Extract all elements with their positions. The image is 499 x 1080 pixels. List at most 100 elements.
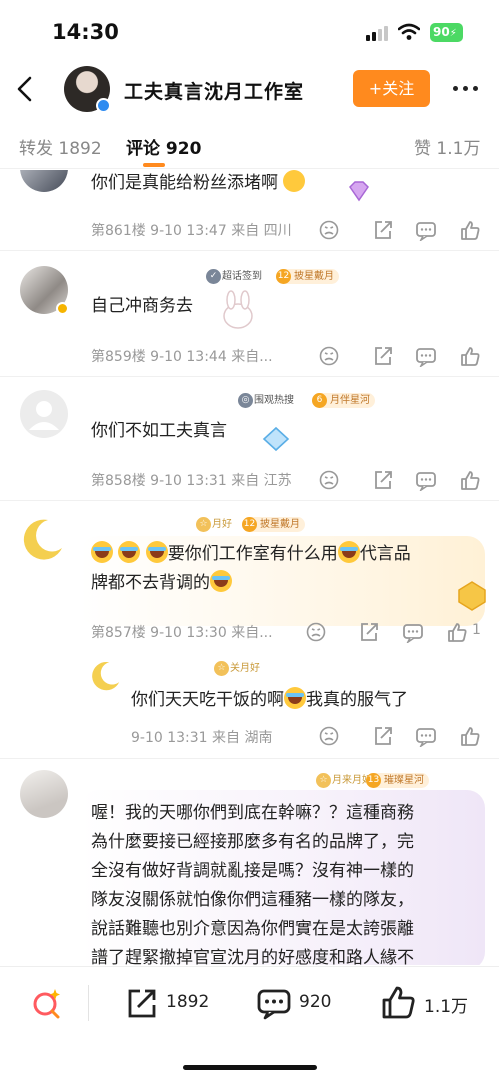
comment-meta: 第861楼 9-10 13:47 来自 四川 xyxy=(91,223,292,239)
crying-emoji-icon xyxy=(337,541,360,563)
tab-divider xyxy=(0,168,499,169)
like-icon[interactable] xyxy=(459,345,481,367)
crying-emoji-icon xyxy=(284,687,306,709)
tab-bar: 转发 1892 评论 920 赞 1.1万 xyxy=(0,122,499,168)
diamond-sticker-icon xyxy=(349,181,369,202)
like-icon[interactable] xyxy=(459,469,481,491)
share-icon[interactable] xyxy=(372,345,394,367)
crystal-sticker-icon xyxy=(262,426,290,452)
comment-text: 喔！我的天哪你們到底在幹嘛？？這種商務 為什麼要接已經接那麼多有名的品牌了，完 … xyxy=(91,799,466,965)
crying-emoji-icon xyxy=(91,541,113,563)
battery-icon: 90⚡ xyxy=(430,23,463,42)
share-icon[interactable] xyxy=(372,725,394,747)
crying-emoji-icon xyxy=(210,570,232,592)
reply-text: 你们天天吃干饭的啊 我真的服气了 xyxy=(131,686,408,715)
fan-level-badge: 6 月伴星河 xyxy=(312,393,375,408)
tab-comments[interactable]: 评论 920 xyxy=(126,134,201,159)
dislike-icon[interactable] xyxy=(318,725,340,747)
comment-count: 920 xyxy=(299,992,332,1012)
bottom-action-bar: 1892 920 1.1万 xyxy=(0,966,499,1080)
like-icon[interactable] xyxy=(459,725,481,747)
reply-icon[interactable] xyxy=(415,469,437,491)
dislike-icon[interactable] xyxy=(318,219,340,241)
supertopic-badge: ☆ 月好 xyxy=(196,517,237,532)
comment-icon[interactable] xyxy=(257,985,291,1021)
gold-badge-icon xyxy=(458,581,486,611)
commenter-avatar[interactable] xyxy=(20,770,68,818)
share-icon[interactable] xyxy=(372,469,394,491)
commenter-avatar[interactable] xyxy=(18,514,66,562)
like-count: 1.1万 xyxy=(424,997,469,1017)
reply-meta: 9-10 13:31 来自 湖南 xyxy=(131,730,273,746)
bunny-sticker-icon xyxy=(223,290,253,329)
page-title: 工夫真言沈月工作室 xyxy=(124,81,305,103)
comment-meta: 第859楼 9-10 13:44 来自... xyxy=(91,349,273,365)
status-bar: 14:30 90⚡ xyxy=(0,0,499,58)
back-arrow-icon[interactable] xyxy=(12,74,38,104)
search-sparkle-icon[interactable] xyxy=(30,985,64,1021)
comment-divider xyxy=(0,376,499,377)
moon-avatar-icon xyxy=(92,661,120,691)
default-avatar-icon xyxy=(29,401,59,430)
home-indicator xyxy=(183,1065,317,1070)
fan-level-badge: 13 璀璨星河 xyxy=(366,773,429,788)
like-count: 1 xyxy=(472,622,481,638)
reply-icon[interactable] xyxy=(415,219,437,241)
like-icon[interactable] xyxy=(459,219,481,241)
comment-list[interactable]: 你们是真能给粉丝添堵啊 第861楼 9-10 13:47 来自 四川 ✓ 超话签到… xyxy=(0,170,499,965)
comment-line: 說話難聽也別介意因為你們實在是太誇張離 xyxy=(91,919,414,939)
follow-button[interactable]: +关注 xyxy=(353,70,430,107)
tab-repost[interactable]: 转发 1892 xyxy=(19,134,102,159)
fan-level-badge: 12 披星戴月 xyxy=(276,269,339,284)
like-icon[interactable] xyxy=(446,621,468,643)
share-icon[interactable] xyxy=(358,621,380,643)
trending-badge: ◎ 围观热搜 xyxy=(238,393,299,408)
repost-icon[interactable] xyxy=(125,985,159,1021)
comment-divider xyxy=(0,250,499,251)
supertopic-icon: ☆ xyxy=(214,661,229,676)
share-icon[interactable] xyxy=(372,219,394,241)
comment-text: 你们不如工夫真言 xyxy=(91,421,227,441)
comment-line: 譜了趕緊撤掉官宣沈月的好感度和路人緣不 xyxy=(91,948,414,965)
reply-icon[interactable] xyxy=(415,725,437,747)
reply-avatar[interactable] xyxy=(88,658,122,692)
crying-emoji-icon xyxy=(118,541,141,563)
comment-meta: 第858楼 9-10 13:31 来自 江苏 xyxy=(91,473,292,489)
fan-level-badge: 12 披星戴月 xyxy=(242,517,305,532)
checkin-icon: ✓ xyxy=(206,269,221,284)
crying-emoji-icon xyxy=(145,541,168,563)
supertopic-badge: ☆ 关月好 xyxy=(214,661,265,676)
verified-badge-icon xyxy=(96,98,111,113)
smile-emoji-icon xyxy=(283,170,306,192)
supertopic-icon: ☆ xyxy=(196,517,211,532)
trending-icon: ◎ xyxy=(238,393,253,408)
battery-level: 90 xyxy=(433,25,450,39)
dislike-icon[interactable] xyxy=(305,621,327,643)
supertopic-icon: ☆ xyxy=(316,773,331,788)
reply-icon[interactable] xyxy=(415,345,437,367)
reply-icon[interactable] xyxy=(402,621,424,643)
repost-count: 1892 xyxy=(166,992,210,1012)
dislike-icon[interactable] xyxy=(318,469,340,491)
commenter-avatar[interactable] xyxy=(20,170,68,192)
checkin-badge: ✓ 超话签到 xyxy=(206,269,267,284)
comment-text: 要你们工作室有什么用 代言品 牌都不去背调的 xyxy=(91,540,471,598)
signal-icon xyxy=(366,25,390,41)
more-options-icon[interactable] xyxy=(450,78,480,98)
nav-header: 工夫真言沈月工作室 +关注 xyxy=(0,60,499,120)
tab-likes[interactable]: 赞 1.1万 xyxy=(414,134,480,159)
comment-line: 喔！我的天哪你們到底在幹嘛？？這種商務 xyxy=(91,803,414,823)
commenter-avatar[interactable] xyxy=(20,390,68,438)
comment-line: 為什麼要接已經接那麼多有名的品牌了，完 xyxy=(91,832,414,852)
tab-active-indicator xyxy=(143,163,165,167)
status-time: 14:30 xyxy=(52,20,119,44)
wifi-icon xyxy=(398,23,420,40)
comment-line: 全沒有做好背調就亂接是嗎？沒有神一樣的 xyxy=(91,861,414,881)
comment-divider xyxy=(0,500,499,501)
moon-avatar-icon xyxy=(23,519,62,560)
like-icon[interactable] xyxy=(381,985,417,1021)
comment-divider xyxy=(0,758,499,759)
dislike-icon[interactable] xyxy=(318,345,340,367)
comment-text: 自己冲商务去 xyxy=(91,296,193,316)
bar-separator xyxy=(88,985,89,1021)
